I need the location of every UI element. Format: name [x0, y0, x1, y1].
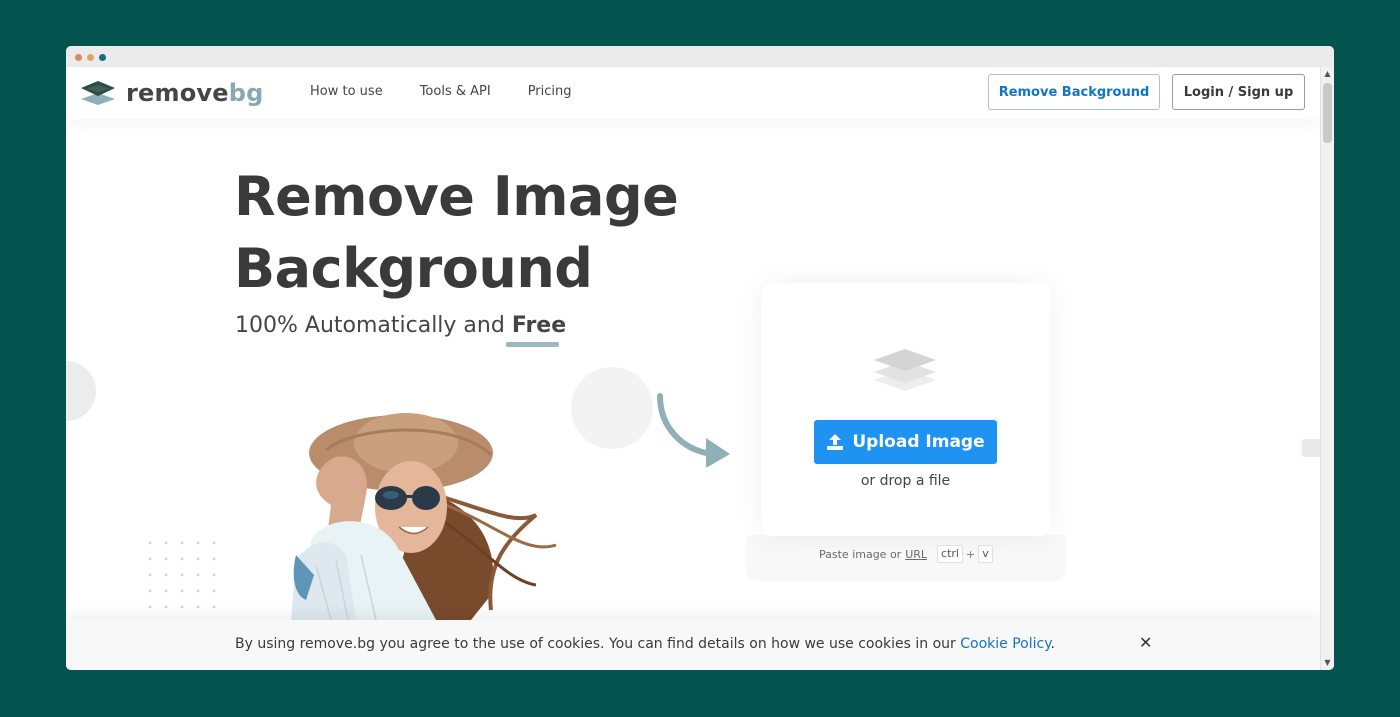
window-titlebar — [66, 46, 1334, 67]
upload-image-label: Upload Image — [852, 432, 985, 452]
logo-layers-icon — [81, 81, 115, 105]
cookie-banner: By using remove.bg you agree to the use … — [66, 620, 1320, 670]
kbd-ctrl: ctrl — [937, 545, 963, 563]
cookie-policy-link[interactable]: Cookie Policy — [960, 636, 1050, 652]
close-icon[interactable]: ✕ — [1139, 633, 1152, 652]
scrollbar[interactable]: ▲ ▼ — [1320, 67, 1334, 670]
cookie-text: By using remove.bg you agree to the use … — [235, 636, 1055, 652]
page-viewport: removebg How to use Tools & API Pricing … — [66, 67, 1320, 670]
paste-hint: Paste image or URL ctrl + v — [819, 545, 993, 563]
decorative-circle-left — [66, 361, 96, 421]
curved-arrow-icon — [657, 393, 730, 467]
logo-text: removebg — [126, 79, 264, 107]
kbd-v: v — [978, 545, 993, 563]
scroll-up-arrow-icon[interactable]: ▲ — [1321, 67, 1334, 81]
site-header: removebg How to use Tools & API Pricing … — [66, 67, 1320, 119]
free-underline — [506, 342, 559, 347]
nav-how-to-use[interactable]: How to use — [310, 84, 383, 99]
paste-prefix: Paste image or — [819, 547, 902, 561]
window-maximize-dot[interactable] — [99, 54, 106, 61]
scroll-thumb[interactable] — [1323, 83, 1332, 143]
page-title: Remove Image Background — [234, 161, 679, 305]
nav-tools-api[interactable]: Tools & API — [420, 84, 491, 99]
page-title-line2: Background — [234, 237, 593, 300]
browser-window: removebg How to use Tools & API Pricing … — [66, 46, 1334, 670]
cookie-message: By using remove.bg you agree to the use … — [235, 636, 956, 652]
window-close-dot[interactable] — [75, 54, 82, 61]
cookie-period: . — [1050, 636, 1055, 652]
layers-icon — [874, 349, 936, 391]
scroll-down-arrow-icon[interactable]: ▼ — [1321, 656, 1334, 670]
page-title-line1: Remove Image — [234, 165, 679, 228]
kbd-plus: + — [965, 547, 976, 561]
login-signup-button[interactable]: Login / Sign up — [1172, 74, 1305, 110]
side-feedback-tab[interactable] — [1302, 439, 1320, 457]
decorative-circle — [571, 367, 653, 449]
drop-file-text: or drop a file — [860, 473, 951, 489]
upload-card[interactable] — [761, 283, 1050, 536]
remove-background-button[interactable]: Remove Background — [988, 74, 1160, 110]
upload-arrow-icon — [826, 433, 844, 451]
subtitle-prefix: 100% Automatically and — [235, 313, 505, 338]
main-nav: How to use Tools & API Pricing — [310, 84, 572, 99]
nav-pricing[interactable]: Pricing — [528, 84, 572, 99]
subtitle: 100% Automatically and Free — [235, 313, 566, 338]
subtitle-free: Free — [511, 313, 567, 338]
window-minimize-dot[interactable] — [87, 54, 94, 61]
paste-url-link[interactable]: URL — [905, 548, 927, 561]
upload-image-button[interactable]: Upload Image — [814, 420, 997, 464]
logo[interactable]: removebg — [80, 79, 264, 107]
hero-woman-photo — [291, 413, 557, 620]
